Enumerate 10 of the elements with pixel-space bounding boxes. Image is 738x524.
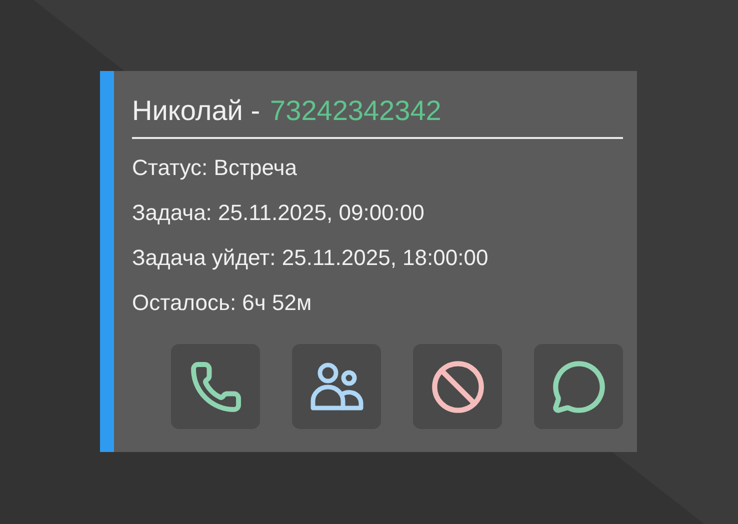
contacts-button[interactable] [292, 344, 381, 429]
info-line: Задача: 25.11.2025, 09:00:00 [132, 199, 426, 227]
info-line: Статус: Встреча [132, 154, 298, 182]
message-button[interactable] [534, 344, 623, 429]
call-button[interactable] [171, 344, 260, 429]
contact-name: Николай - [132, 94, 260, 128]
info-line: Осталось: 6ч 52м [132, 289, 313, 317]
phone-number[interactable]: 73242342342 [270, 93, 442, 129]
block-button[interactable] [413, 344, 502, 429]
info-line: Задача уйдет: 25.11.2025, 18:00:00 [132, 244, 490, 272]
